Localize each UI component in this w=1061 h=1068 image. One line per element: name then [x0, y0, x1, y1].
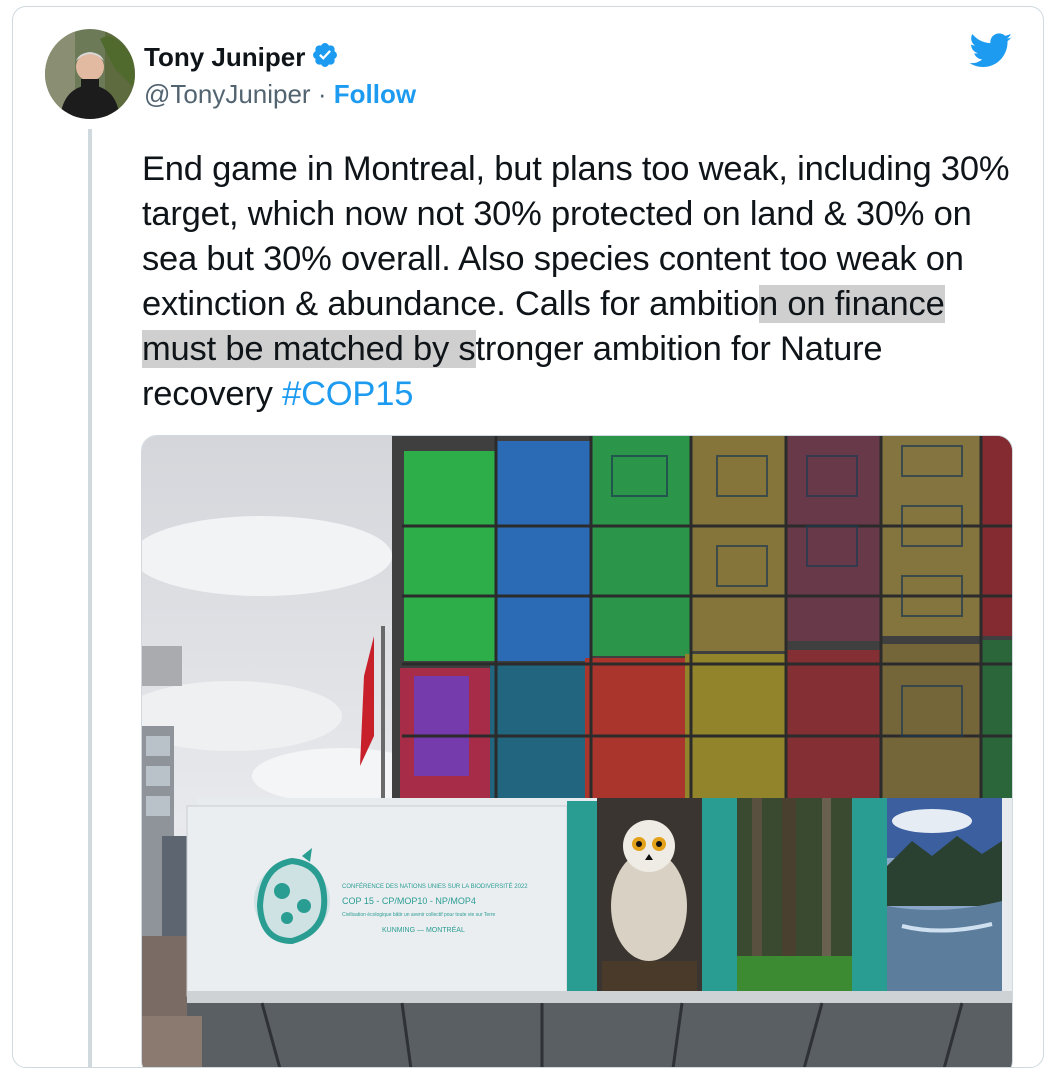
banner-line-4: KUNMING — MONTRÉAL — [382, 925, 465, 934]
handle-separator: · — [317, 79, 327, 109]
tweet-card: Tony Juniper @TonyJuniper · Follow End g… — [12, 6, 1044, 1068]
author-handle[interactable]: @TonyJuniper — [144, 79, 311, 109]
author-name[interactable]: Tony Juniper — [144, 42, 305, 73]
banner-line-3: Civilisation écologique bâtir un avenir … — [342, 912, 496, 918]
banner-line-2: COP 15 - CP/MOP10 - NP/MOP4 — [342, 896, 476, 906]
thread-line — [88, 129, 92, 1067]
banner-line-1: CONFÉRENCE DES NATIONS UNIES SUR LA BIOD… — [342, 883, 528, 890]
twitter-bird-icon[interactable] — [969, 33, 1013, 74]
tweet-text: End game in Montreal, but plans too weak… — [142, 147, 1022, 417]
avatar[interactable] — [45, 29, 135, 119]
follow-button[interactable]: Follow — [334, 79, 416, 109]
tweet-photo[interactable]: CONFÉRENCE DES NATIONS UNIES SUR LA BIOD… — [141, 435, 1013, 1067]
hashtag-link[interactable]: #COP15 — [282, 375, 413, 413]
verified-badge-icon — [311, 41, 339, 74]
